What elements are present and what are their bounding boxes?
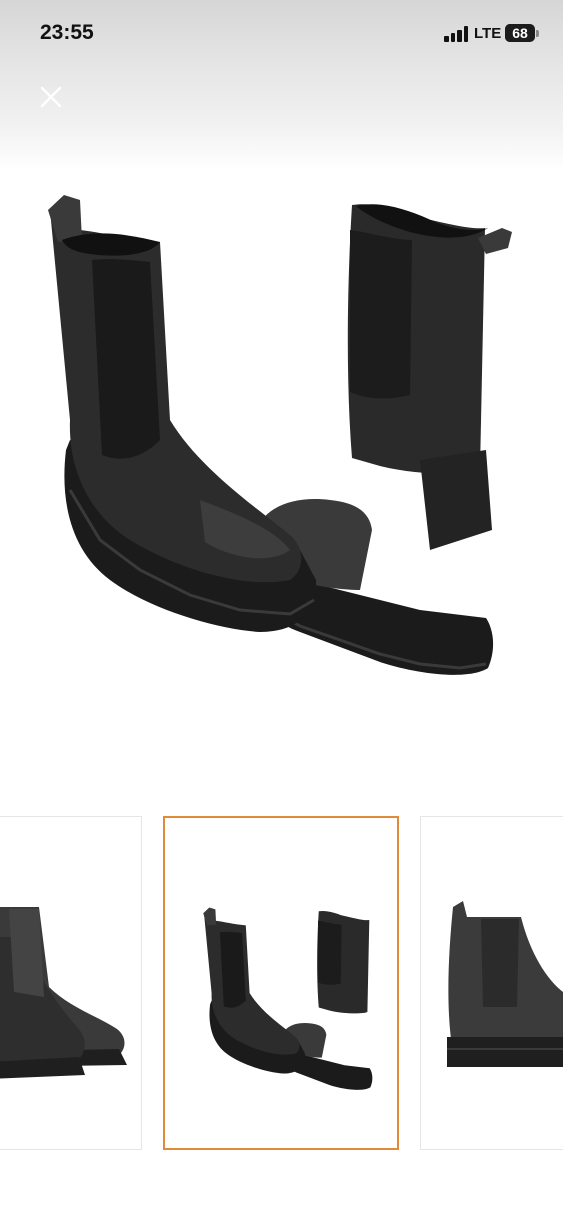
battery-icon: 68: [505, 24, 535, 42]
close-icon: [40, 86, 62, 108]
boots-pair-thumb: [203, 907, 373, 1090]
thumbnail-strip: [0, 816, 563, 1152]
cellular-signal-icon: [444, 26, 470, 42]
close-button[interactable]: [32, 78, 70, 116]
thumbnail-3[interactable]: [420, 816, 563, 1150]
thumbnail-1[interactable]: [0, 816, 142, 1150]
network-type: LTE: [474, 25, 502, 42]
thumbnail-2[interactable]: [163, 816, 399, 1150]
product-image-viewer: 23:55 LTE 68: [0, 0, 563, 1218]
status-time: 23:55: [40, 21, 94, 44]
boot-side-view-thumb: [447, 901, 563, 1067]
battery-percent: 68: [512, 25, 528, 41]
battery-tip: [536, 30, 539, 37]
boots-pair-illustration: [48, 195, 512, 675]
main-product-image[interactable]: [0, 170, 563, 790]
boots-front-closeup-thumb: [0, 907, 127, 1079]
status-bar: 23:55 LTE 68: [0, 0, 563, 66]
left-boot: [48, 195, 317, 632]
